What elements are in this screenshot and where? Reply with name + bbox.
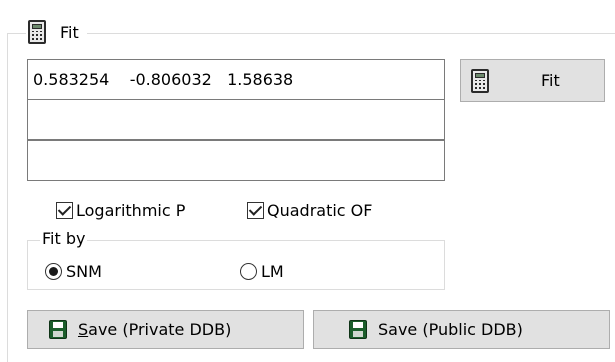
logarithmic-p-checkbox[interactable]: Logarithmic P — [56, 201, 185, 220]
checkbox-checked-icon — [56, 202, 73, 219]
result-field-2[interactable] — [27, 99, 445, 140]
radio-unselected-icon — [240, 263, 257, 280]
fit-by-title: Fit by — [40, 229, 88, 249]
checkbox-checked-icon — [247, 202, 264, 219]
snm-radio[interactable]: SNM — [45, 262, 102, 281]
fit-button[interactable]: Fit — [460, 59, 605, 102]
result-field-3[interactable] — [27, 140, 445, 181]
logarithmic-p-label: Logarithmic P — [76, 201, 186, 220]
fit-button-label: Fit — [541, 71, 560, 90]
radio-selected-icon — [45, 263, 62, 280]
snm-label: SNM — [66, 262, 102, 281]
result-field-1[interactable]: 0.583254 -0.806032 1.58638 — [27, 59, 445, 100]
lm-label: LM — [261, 262, 284, 281]
floppy-disk-icon — [349, 320, 367, 339]
group-title: Fit — [60, 22, 79, 42]
calculator-icon — [28, 20, 46, 44]
calculator-icon — [471, 68, 489, 93]
floppy-disk-icon — [49, 320, 67, 339]
save-private-ddb-button[interactable]: Save (Private DDB) — [27, 310, 304, 349]
group-header: Fit — [26, 15, 87, 49]
save-public-ddb-button[interactable]: Save (Public DDB) — [313, 310, 610, 349]
quadratic-of-label: Quadratic OF — [267, 201, 373, 220]
save-private-ddb-label: Save (Private DDB) — [78, 320, 232, 339]
lm-radio[interactable]: LM — [240, 262, 284, 281]
quadratic-of-checkbox[interactable]: Quadratic OF — [247, 201, 372, 220]
group-box-border-top — [7, 33, 615, 34]
group-box-border-left — [7, 33, 8, 362]
save-public-ddb-label: Save (Public DDB) — [378, 320, 523, 339]
